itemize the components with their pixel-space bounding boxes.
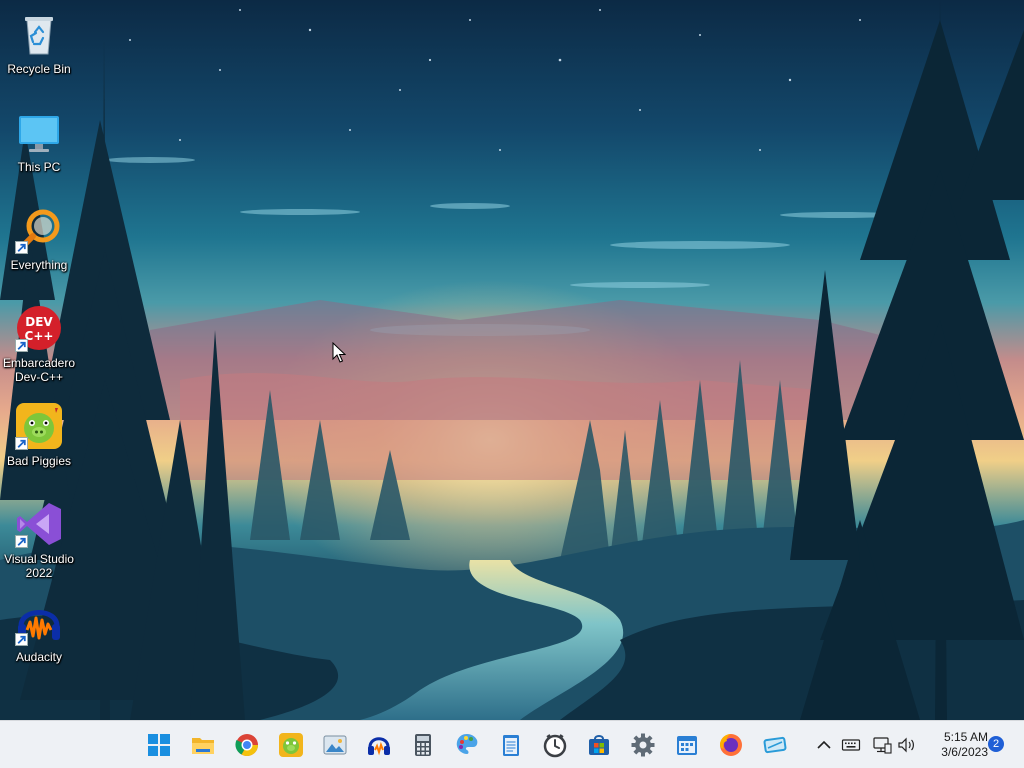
search-magnifier-icon — [15, 206, 63, 254]
folder-icon — [192, 738, 214, 754]
desktop-icon-label: Bad Piggies — [6, 454, 72, 468]
taskbar-start-button[interactable] — [141, 727, 177, 763]
shortcut-arrow-icon — [15, 241, 28, 254]
taskbar-settings[interactable] — [625, 727, 661, 763]
speaker-icon — [898, 737, 914, 753]
taskbar-clock[interactable] — [537, 727, 573, 763]
taskbar-headphones-app[interactable] — [361, 727, 397, 763]
calculator-icon — [415, 734, 431, 756]
taskbar-snipping-tool[interactable] — [757, 727, 793, 763]
bad-piggies-icon — [279, 733, 303, 757]
notepad-icon — [503, 735, 519, 756]
desktop[interactable]: Recycle Bin This PC Everything DEV C++ E… — [0, 0, 1024, 720]
mouse-cursor-icon — [332, 342, 346, 363]
snipping-tool-icon — [763, 736, 787, 754]
desktop-icon-this-pc[interactable]: This PC — [2, 102, 76, 192]
photos-icon — [323, 735, 347, 755]
desktop-icon-everything[interactable]: Everything — [2, 200, 76, 290]
taskbar-notepad[interactable] — [493, 727, 529, 763]
taskbar: 5:15 AM 3/6/2023 2 — [0, 720, 1024, 768]
devcpp-glyph-top: DEV — [25, 315, 53, 329]
devcpp-glyph-bottom: C++ — [25, 329, 54, 343]
windows-logo-icon — [148, 734, 170, 756]
desktop-icon-label: This PC — [17, 160, 61, 174]
clock-date: 3/6/2023 — [941, 745, 988, 759]
taskbar-file-explorer[interactable] — [185, 727, 221, 763]
shortcut-arrow-icon — [15, 633, 28, 646]
desktop-icon-bad-piggies[interactable]: Bad Piggies — [2, 396, 76, 486]
taskbar-bad-piggies[interactable] — [273, 727, 309, 763]
shortcut-arrow-icon — [15, 339, 28, 352]
firefox-icon — [720, 734, 742, 756]
desktop-icon-recycle-bin[interactable]: Recycle Bin — [2, 4, 76, 94]
audacity-icon — [15, 598, 63, 646]
taskbar-chrome[interactable] — [229, 727, 265, 763]
recycle-bin-icon — [15, 10, 63, 58]
desktop-icon-label: Visual Studio 2022 — [4, 552, 74, 580]
shortcut-arrow-icon — [15, 437, 28, 450]
taskbar-store[interactable] — [581, 727, 617, 763]
taskbar-calendar[interactable] — [669, 727, 705, 763]
notification-count-badge[interactable]: 2 — [988, 736, 1004, 752]
chrome-icon — [235, 734, 258, 756]
taskbar-calculator[interactable] — [405, 727, 441, 763]
devcpp-icon: DEV C++ — [15, 304, 63, 352]
tray-keyboard-button[interactable] — [841, 735, 861, 755]
taskbar-photos[interactable] — [317, 727, 353, 763]
network-icon — [873, 737, 892, 754]
tray-show-hidden-button[interactable] — [814, 735, 834, 755]
bad-piggies-icon — [15, 402, 63, 450]
wallpaper-landscape — [0, 0, 1024, 720]
desktop-icon-visual-studio[interactable]: Visual Studio 2022 — [2, 494, 76, 584]
paint-palette-icon — [456, 734, 478, 754]
tray-network-button[interactable] — [872, 735, 892, 755]
store-icon — [589, 735, 609, 755]
chevron-up-icon — [817, 740, 831, 749]
calendar-icon — [677, 736, 697, 755]
monitor-icon — [15, 108, 63, 156]
desktop-icon-label: Recycle Bin — [7, 62, 71, 76]
desktop-icon-audacity[interactable]: Audacity — [2, 592, 76, 682]
taskbar-clock-readout[interactable]: 5:15 AM 3/6/2023 — [924, 730, 988, 760]
gear-icon — [631, 733, 655, 757]
shortcut-arrow-icon — [15, 535, 28, 548]
keyboard-icon — [841, 739, 861, 751]
headphones-icon — [368, 737, 390, 756]
desktop-icon-label: Audacity — [15, 650, 63, 664]
clock-icon — [543, 734, 567, 758]
desktop-icon-label: Embarcadero Dev-C++ — [2, 356, 76, 384]
visual-studio-icon — [15, 500, 63, 548]
desktop-icon-label: Everything — [10, 258, 68, 272]
clock-time: 5:15 AM — [943, 730, 988, 744]
taskbar-paint[interactable] — [449, 727, 485, 763]
taskbar-firefox[interactable] — [713, 727, 749, 763]
desktop-icon-devcpp[interactable]: DEV C++ Embarcadero Dev-C++ — [2, 298, 76, 388]
tray-volume-button[interactable] — [897, 735, 917, 755]
